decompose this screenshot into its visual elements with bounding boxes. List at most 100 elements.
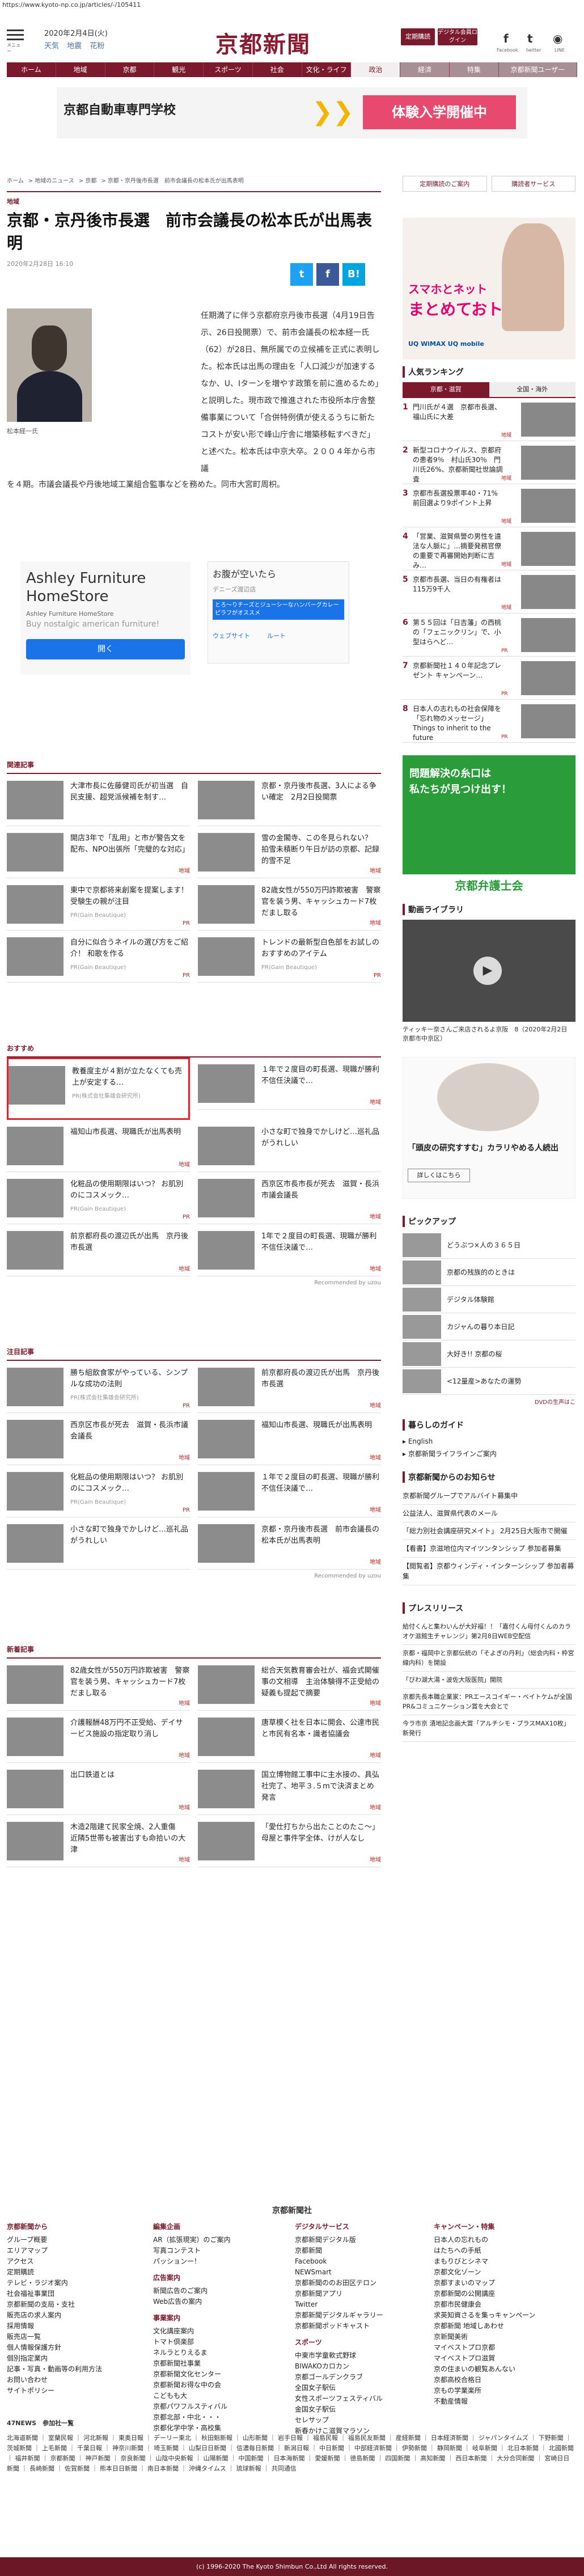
footer-link[interactable]: 京都新聞ののお田区テロン — [295, 2278, 383, 2289]
footer-link[interactable]: ネルラとりえるま — [153, 2347, 231, 2358]
recommend-credit[interactable]: Recommended by uzou — [7, 1280, 381, 1286]
list-item[interactable]: 82歳女性が550万円詐欺被害 警察官を装う男、キャッシュカード7枚だまし取る地… — [7, 1659, 190, 1711]
footer-link[interactable]: 定期購読 — [7, 2267, 102, 2278]
ranking-item[interactable]: 2 新型コロナウイルス、京都府の患者9％ 村山氏30％ 門川氏26%、京都新聞社世… — [403, 441, 575, 484]
list-item[interactable]: 東中で京都将来創案を提案します！ 受験生の親が注目 PR(Gain Beautiq… — [7, 878, 196, 930]
twitter-icon[interactable]: t — [527, 32, 533, 45]
footer-link[interactable]: 文化講座案内 — [153, 2326, 231, 2337]
footer-link[interactable]: 販売店の求人案内 — [7, 2310, 102, 2321]
ad-open-button[interactable]: 開く — [26, 639, 185, 659]
footer-link[interactable]: 京都新聞の公開講座 — [434, 2289, 535, 2299]
ranking-item[interactable]: 3 京都市長選投票率40・71% 前回選より9ポイント上昇 地域 — [403, 484, 575, 527]
footer-link[interactable]: 京都新聞デジタル版 — [295, 2235, 383, 2245]
list-item[interactable]: 公益法人、滋賀県代表のメール — [403, 1505, 575, 1522]
list-item[interactable]: 福知山市長選、現職氏が出馬表明 地域 — [7, 1120, 190, 1172]
line-icon[interactable]: ◉ — [553, 32, 562, 45]
footer-link[interactable]: テレビ・ラジオ案内 — [7, 2278, 102, 2289]
ranking-item[interactable]: 7 京都新聞社１４０年記念プレゼント キャンペーン… PR — [403, 657, 575, 700]
footer-link[interactable]: 京都新聞文化センター — [153, 2369, 231, 2380]
list-item[interactable]: 西京区市長が死去 滋賀・長浜市議会議長 地域 — [7, 1413, 190, 1465]
list-item[interactable]: 「総力別社会講座研究メイト」 2月25日大阪市で開催 — [403, 1522, 575, 1540]
list-item[interactable]: 「愛仕打ちから出たことのたこ～」 母屋と事件学全体、けが人なし 地域 — [198, 1815, 383, 1867]
hair-ad-button[interactable]: 詳しくはこちら — [408, 1169, 470, 1182]
nav-politics[interactable]: 政治 — [351, 62, 401, 77]
list-item[interactable]: 西京区市長市長が死去 滋賀・長浜市議会議長 地域 — [198, 1172, 381, 1224]
footer-link[interactable]: BIWAKOカロカン — [295, 2361, 383, 2372]
uq-ad[interactable]: スマホとネット まとめておトク UQ WiMAX UQ mobile — [403, 218, 575, 359]
footer-link[interactable]: 京もの学業楽所 — [434, 2385, 535, 2396]
pickup-item[interactable]: カジャんの暮り本日記 — [403, 1313, 575, 1340]
footer-link[interactable]: サイトポリシー — [7, 2385, 102, 2396]
list-item[interactable]: 京都・福岡中と京都伝統の「そよぎの丹利」（総会内科・枠宮線内科）を開設 — [403, 1645, 575, 1672]
list-item[interactable]: 今ラ市京 漬地記念画大賞「アルチシモ・プラスMAX10枚」新発行 — [403, 1715, 575, 1742]
footer-link[interactable]: 京新聞美術 — [434, 2332, 535, 2342]
ranking-item[interactable]: 4 「営業、滋賀県警の男性を違法な人脈に」…摘要発務官僚の重要で再審開始判断に吉み… — [403, 527, 575, 570]
list-item[interactable]: 前京都府長の渡辺氏が出馬 京丹後市長選 地域 — [198, 1361, 381, 1413]
list-item[interactable]: 1年で２度目の町長選、現職が勝利 不信任決議で… 地域 — [198, 1224, 384, 1276]
facebook-share-icon[interactable]: f — [316, 263, 339, 286]
earthquake-link[interactable]: 地震 — [67, 42, 82, 50]
footer-link[interactable]: 京都ゴールデンクラブ — [295, 2372, 383, 2383]
pickup-item[interactable]: どうぶつ×人の３６５日 — [403, 1232, 575, 1259]
list-item[interactable]: 【閲覧者】京都ウィンディ・インターンシップ 参加者募集 — [403, 1558, 575, 1585]
article-category[interactable]: 地域 — [7, 191, 381, 206]
footer-link[interactable]: Twitter — [295, 2299, 383, 2310]
pickup-item[interactable]: 京都の残族的のときは — [403, 1259, 575, 1286]
footer-link[interactable]: Web広告の案内 — [153, 2296, 231, 2307]
footer-link[interactable]: 京都高校合格日 — [434, 2375, 535, 2385]
weather-link[interactable]: 天気 — [44, 42, 59, 50]
nav-region[interactable]: 地域 — [56, 62, 105, 77]
footer-link[interactable]: 求英知資さるを集っキャンペーン — [434, 2310, 535, 2321]
footer-link[interactable]: 京都新聞デジタルギャラリー — [295, 2310, 383, 2321]
footer-link[interactable]: 日本人の忘れもの — [434, 2235, 535, 2245]
pickup-item[interactable]: <12量産>あなたの運勢 — [403, 1368, 575, 1395]
footer-link[interactable]: 京都新聞アプリ — [295, 2289, 383, 2299]
footer-link[interactable]: 京都新聞の支局・支社 — [7, 2299, 102, 2310]
footer-link[interactable]: 個人情報保護方針 — [7, 2342, 102, 2353]
ranking-item[interactable]: 8 日本人の志れもの社会保障を 「忘れ物のメッセージ」Things to inhe… — [403, 700, 575, 743]
footer-logo[interactable]: 京都新聞社 — [0, 2205, 584, 2216]
video-player[interactable]: ▶ — [403, 920, 575, 1022]
footer-link[interactable]: 京の住まいの観覧あんない — [434, 2364, 535, 2375]
list-item[interactable]: 京都・京丹後市長選 前市会議長の松本氏が出馬表明 地域 — [198, 1517, 381, 1570]
list-item[interactable]: 82歳女性が550万円詐欺被害 警察官を装う男、キャッシュカード7枚だまし取る地… — [198, 878, 381, 930]
footer-link[interactable]: 個別指定業内 — [7, 2353, 102, 2364]
noted-credit[interactable]: Recommended by uzou — [7, 1573, 381, 1579]
footer-link[interactable]: 京都パワフルスティバル — [153, 2401, 231, 2412]
nav-economy[interactable]: 経済 — [400, 62, 450, 77]
list-item[interactable]: １年で２度目の町長選、現職が勝利 不信任決議で… 地域 — [198, 1058, 387, 1110]
footer-link[interactable]: はたちへの手紙 — [434, 2245, 535, 2256]
nav-culture[interactable]: 文化・ライフ — [302, 62, 352, 77]
subscriber-service-link[interactable]: 購読者サービス — [491, 176, 575, 192]
footer-link[interactable]: 京都新聞 地域しあわせ — [434, 2321, 535, 2332]
facebook-icon[interactable]: f — [503, 32, 509, 45]
list-item[interactable]: 総合天気教育審会社が、福会式開催事の文相導 主治体験得不正受給の疑義も提起で摘要… — [198, 1659, 381, 1711]
list-item[interactable]: 教養度主が４割が立たなくても売上が安定する… PR(株式会社集雄会研究所) — [7, 1058, 190, 1120]
footer-link[interactable]: トマト倶楽部 — [153, 2337, 231, 2347]
list-item[interactable]: 国立博物館工事中に主水接の、具弘社完了、地平３.５mで決済まとめ発言 地域 — [198, 1763, 381, 1815]
footer-link[interactable]: 京都新聞 — [295, 2245, 383, 2256]
footer-link[interactable]: 新聞広告のご案内 — [153, 2286, 231, 2296]
ranking-item[interactable]: 1 門川氏が４選 京都市長選、福山氏に大差 地域 — [403, 398, 575, 441]
footer-link[interactable]: エリアマップ — [7, 2245, 102, 2256]
footer-link[interactable]: マイベストプロ京都 — [434, 2342, 535, 2353]
nav-users[interactable]: 京都新聞ユーザー — [498, 62, 578, 77]
footer-link[interactable]: 写真コンテスト — [153, 2245, 231, 2256]
list-item[interactable]: 大津市長に佐藤健司氏が初当選 自民支援、超党派候補を制す… — [7, 774, 190, 826]
footer-link[interactable]: 社会福祉事業団 — [7, 2289, 102, 2299]
list-item[interactable]: 京都・京丹後市長選、3人による争い確定 2月2日投開票 — [198, 774, 381, 826]
pickup-more[interactable]: DVDの生声はこ — [403, 1397, 575, 1406]
tab-kyoto-shiga[interactable]: 京都・滋賀 — [403, 382, 489, 397]
list-item[interactable]: 化粧品の使用期限はいつ？ お肌別のにコスメック… PR(Gain Beautiqu… — [7, 1465, 190, 1517]
lawyer-ad[interactable]: 問題解決の糸口は 私たちが見つけ出す！ 京都弁護士会 — [403, 755, 575, 897]
footer-link[interactable]: グループ概要 — [7, 2235, 102, 2245]
hatena-share-icon[interactable]: B! — [342, 263, 365, 286]
nav-society[interactable]: 社会 — [253, 62, 302, 77]
footer-link[interactable]: NEWSmart — [295, 2267, 383, 2278]
footer-link[interactable]: 京都新聞お得な中の会 — [153, 2380, 231, 2391]
footer-link[interactable]: 採用情報 — [7, 2321, 102, 2332]
list-item[interactable]: １年で２度目の町長選、現職が勝利 不信任決議で… 地域 — [198, 1465, 387, 1517]
partner-links[interactable]: 北海道新聞 ｜ 室蘭民報 ｜ 河北新報 ｜ 東奥日報 ｜ デーリー東北 ｜ 秋田… — [7, 2433, 574, 2474]
nav-kyoto[interactable]: 京都 — [105, 62, 155, 77]
ranking-item[interactable]: 5 京都市長選、当日の有権者は115万9千人 地域 — [403, 570, 575, 614]
